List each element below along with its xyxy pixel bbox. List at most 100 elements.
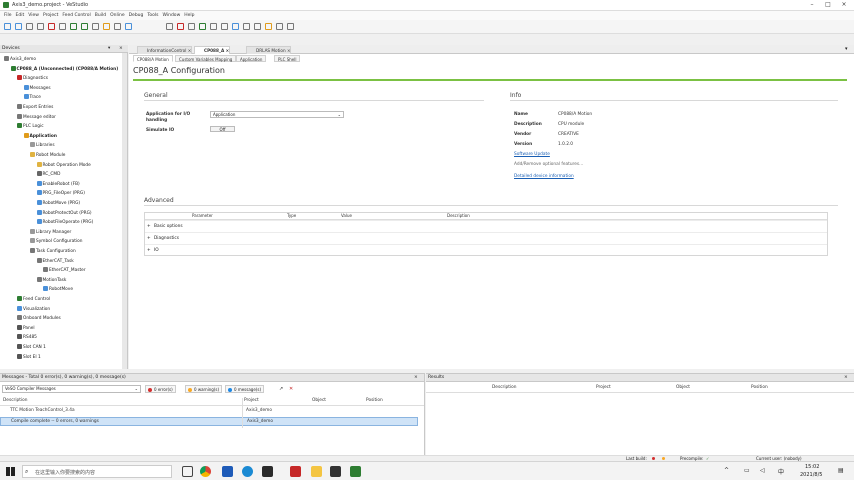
menu-item-help[interactable]: Help (184, 11, 194, 20)
close-icon[interactable] (48, 23, 55, 30)
tree-item[interactable]: PLC Logic (17, 123, 44, 130)
tree-item[interactable]: Robot Operation Mode (36, 161, 91, 169)
errors-filter[interactable]: 0 error(s) (145, 385, 176, 393)
build-icon[interactable] (177, 23, 184, 30)
vestudio-icon[interactable] (350, 466, 361, 477)
menu-item-build[interactable]: Build (95, 11, 106, 20)
grid-row-diagnostics[interactable]: + Diagnostics (145, 232, 827, 244)
menu-item-project[interactable]: Project (43, 11, 58, 20)
subtab-custom-variables-mapping[interactable]: Custom Variables Mapping (175, 55, 237, 62)
messages-col-header[interactable]: Project (244, 398, 259, 403)
grid-row-basic-options[interactable]: + Basic options (145, 220, 827, 232)
tree-item[interactable]: Axis3_demo (4, 56, 36, 63)
delete-icon[interactable] (114, 23, 121, 30)
new-file-icon[interactable] (4, 23, 11, 30)
copy-icon[interactable] (92, 23, 99, 30)
tree-item[interactable]: RobotFileOperate (PRG) (36, 219, 93, 226)
tab-overflow-icon[interactable]: ▾ (845, 46, 848, 52)
breakpoint-icon[interactable] (276, 23, 283, 30)
notification-icon[interactable]: ▤ (838, 467, 844, 474)
tree-item[interactable]: Slot EI 1 (17, 353, 41, 361)
tree-item[interactable]: Library Manager (30, 228, 71, 236)
results-col-header[interactable]: Position (751, 385, 768, 390)
simulate-io-toggle[interactable]: Off (210, 126, 235, 132)
menu-item-online[interactable]: Online (110, 11, 125, 20)
menu-item-feed-control[interactable]: Feed Control (62, 11, 90, 20)
tree-item[interactable]: Messages (23, 84, 51, 92)
cut-icon[interactable] (81, 23, 88, 30)
tree-item[interactable]: EnableRobot (FB) (36, 180, 80, 188)
tree-item[interactable]: RobotMove (43, 286, 73, 293)
open-file-icon[interactable] (15, 23, 22, 30)
tray-up-icon[interactable]: ^ (724, 467, 729, 474)
tree-scrollbar[interactable] (122, 53, 127, 369)
tree-item[interactable]: Trace (23, 94, 41, 101)
messages-col-header[interactable]: Object (312, 398, 326, 403)
tree-item[interactable]: Message editor (17, 113, 56, 121)
menu-item-window[interactable]: Window (163, 11, 181, 20)
messages-col-header[interactable]: Position (366, 398, 383, 403)
results-col-header[interactable]: Description (492, 385, 516, 390)
tree-item[interactable]: Symbol Configuration (30, 238, 83, 245)
tree-item[interactable]: EtherCAT_Task (36, 257, 74, 265)
results-col-header[interactable]: Project (596, 385, 611, 390)
messages-col-header[interactable]: Description (3, 398, 27, 403)
step-into-icon[interactable] (265, 23, 272, 30)
info-link[interactable]: Software Update (514, 152, 550, 157)
save-icon[interactable] (26, 23, 33, 30)
tree-item[interactable]: Robot Module (30, 152, 65, 159)
tab-close-icon[interactable]: × (286, 48, 291, 53)
message-source-select[interactable]: VeSO Compiler Messages ⌄ (2, 385, 141, 393)
tree-item[interactable]: CP088_A (Unconnected) (CP088/A Motion) (10, 65, 118, 73)
close-button[interactable]: × (838, 1, 850, 9)
clock-date[interactable]: 2021/8/5 (800, 472, 822, 478)
grid-row-io[interactable]: + IO (145, 244, 827, 256)
clear-icon[interactable]: ✕ (289, 386, 293, 392)
windows-start-icon[interactable] (6, 467, 15, 476)
warnings-filter[interactable]: 0 warning(s) (185, 385, 223, 393)
rebuild-icon[interactable] (188, 23, 195, 30)
taskbar-search-box[interactable]: ⌕ 在这里输入你要搜索的内容 (22, 465, 172, 478)
tree-item[interactable]: Export Entries (17, 104, 53, 111)
ime-icon[interactable]: 中 (778, 467, 784, 476)
menu-item-view[interactable]: View (28, 11, 39, 20)
terminal-icon[interactable] (330, 466, 341, 477)
network-icon[interactable]: ▭ (744, 467, 750, 474)
tree-item[interactable]: Panel (17, 324, 35, 332)
word-icon[interactable] (222, 466, 233, 477)
tab-cp088-a[interactable]: CP088_A × (194, 46, 231, 54)
tree-item[interactable]: Diagnostics (17, 75, 48, 82)
help-icon[interactable] (287, 23, 294, 30)
clock-time[interactable]: 15:02 (805, 464, 819, 470)
tree-item[interactable]: RobotMove (PRG) (36, 200, 80, 207)
volume-icon[interactable]: ◁ (760, 467, 765, 474)
media-app-icon[interactable] (290, 466, 301, 477)
task-view-icon[interactable] (182, 466, 193, 477)
tree-item[interactable]: RC_CMD (36, 171, 60, 178)
edge-icon[interactable] (242, 466, 253, 477)
menu-item-edit[interactable]: Edit (16, 11, 25, 20)
tree-item[interactable]: Feed Control (17, 296, 50, 303)
find-icon[interactable] (125, 23, 132, 30)
folder-icon[interactable] (311, 466, 322, 477)
tree-item[interactable]: Application (23, 132, 57, 140)
close-panel-icon[interactable]: × (119, 45, 123, 53)
app-io-select[interactable]: Application ⌄ (210, 111, 344, 118)
replace-icon[interactable] (166, 23, 173, 30)
info-link[interactable]: Detailed device information (514, 174, 574, 179)
reset-icon[interactable] (243, 23, 250, 30)
menu-item-file[interactable]: File (4, 11, 12, 20)
info-link[interactable]: Add/Remove optional features... (514, 162, 583, 167)
tree-item[interactable]: Slot CAN 1 (17, 344, 46, 351)
close-messages-icon[interactable]: × (414, 374, 418, 382)
tab-close-icon[interactable]: × (186, 48, 192, 53)
stop-icon[interactable] (232, 23, 239, 30)
menu-item-tools[interactable]: Tools (147, 11, 158, 20)
login-icon[interactable] (199, 23, 206, 30)
tree-item[interactable]: Visualization (17, 305, 50, 313)
tree-item[interactable]: Task Configuration (30, 248, 76, 255)
close-results-icon[interactable]: × (844, 374, 848, 382)
tab-drlas-motion[interactable]: DRLAS Motion × (246, 46, 292, 54)
expand-icon[interactable]: + (147, 245, 151, 257)
jump-icon[interactable]: ↗ (279, 386, 283, 392)
